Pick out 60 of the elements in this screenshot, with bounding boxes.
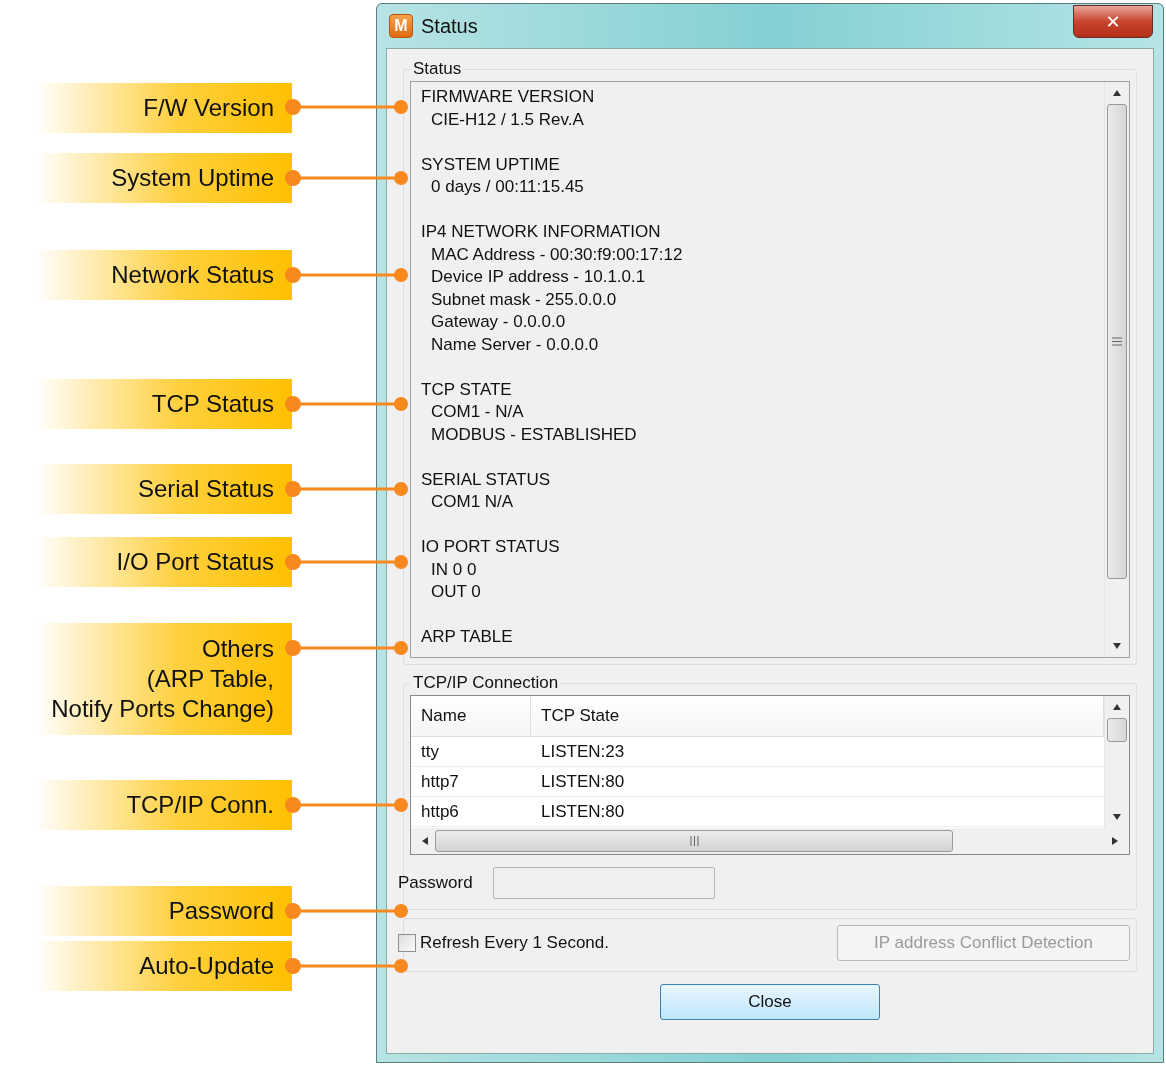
status-line: Name Server - 0.0.0.0	[430, 333, 600, 356]
table-cell-text: http6	[420, 801, 460, 822]
callout-label: Auto-Update	[35, 941, 292, 991]
close-button[interactable]: Close	[660, 984, 880, 1020]
status-heading: IO PORT STATUS	[421, 536, 561, 558]
horizontal-scrollbar[interactable]	[411, 828, 1129, 854]
status-line: MAC Address - 00:30:f9:00:17:12	[430, 243, 684, 266]
status-heading: ARP TABLE	[421, 626, 514, 648]
scroll-down-icon[interactable]	[1113, 643, 1121, 649]
callout-label: System Uptime	[35, 153, 292, 203]
status-line: COM1 - N/A	[430, 401, 525, 423]
scrollbar-thumb[interactable]	[435, 830, 953, 852]
status-heading: SERIAL STATUS	[421, 468, 552, 491]
group-title: TCP/IP Connection	[412, 673, 560, 693]
password-field[interactable]	[492, 867, 715, 899]
callout-label: Password	[35, 886, 292, 936]
table-cell-text: LISTEN:23	[540, 741, 626, 762]
checkbox[interactable]	[398, 934, 416, 952]
status-line: COM1 N/A	[430, 491, 515, 513]
close-window-button[interactable]: ✕	[1073, 5, 1153, 38]
status-line: IN 0 0	[430, 558, 478, 581]
status-line: Gateway - 0.0.0.0	[430, 311, 567, 333]
status-line: OUT 0	[430, 581, 482, 603]
status-heading: IP4 NETWORK INFORMATION	[421, 221, 662, 243]
scroll-down-icon[interactable]	[1113, 814, 1121, 820]
group-title: Status	[412, 59, 463, 79]
status-heading: SYSTEM UPTIME	[421, 153, 561, 176]
status-heading: TCP STATE	[421, 378, 513, 401]
checkbox-label: Refresh Every 1 Second.	[420, 933, 609, 953]
callout-label: F/W Version	[35, 83, 292, 133]
status-line: 0 days / 00:11:15.45	[430, 176, 585, 198]
status-line: Device IP address - 10.1.0.1	[430, 266, 647, 288]
grip-icon	[1112, 337, 1122, 346]
table-cell-text: tty	[420, 741, 440, 762]
app-icon: M	[389, 14, 413, 38]
vertical-scrollbar[interactable]	[1104, 82, 1129, 657]
scrollbar-thumb[interactable]	[1107, 104, 1127, 579]
table-cell-text: LISTEN:80	[540, 801, 626, 822]
status-line: CIE-H12 / 1.5 Rev.A	[430, 108, 585, 131]
callout-label: Network Status	[35, 250, 292, 300]
status-heading: FIRMWARE VERSION	[421, 86, 596, 108]
column-header[interactable]: Name	[411, 696, 531, 736]
callout-label: TCP/IP Conn.	[35, 780, 292, 830]
scroll-right-icon[interactable]	[1112, 837, 1118, 845]
scroll-up-icon[interactable]	[1113, 704, 1121, 710]
table-cell-text: http7	[420, 771, 460, 792]
callout-label: Serial Status	[35, 464, 292, 514]
password-label: Password	[398, 873, 473, 893]
callout-label: TCP Status	[35, 379, 292, 429]
status-line: Subnet mask - 255.0.0.0	[430, 288, 618, 311]
scroll-up-icon[interactable]	[1113, 90, 1121, 96]
vertical-scrollbar[interactable]	[1104, 696, 1129, 828]
status-line: MODBUS - ESTABLISHED	[430, 423, 638, 446]
scroll-left-icon[interactable]	[422, 837, 428, 845]
window-title: Status	[421, 14, 478, 38]
callout-label: I/O Port Status	[35, 537, 292, 587]
grip-icon	[689, 836, 699, 846]
callout-label: Others (ARP Table, Notify Ports Change)	[35, 623, 292, 735]
scrollbar-thumb[interactable]	[1107, 718, 1127, 742]
table-cell-text: LISTEN:80	[540, 771, 626, 792]
